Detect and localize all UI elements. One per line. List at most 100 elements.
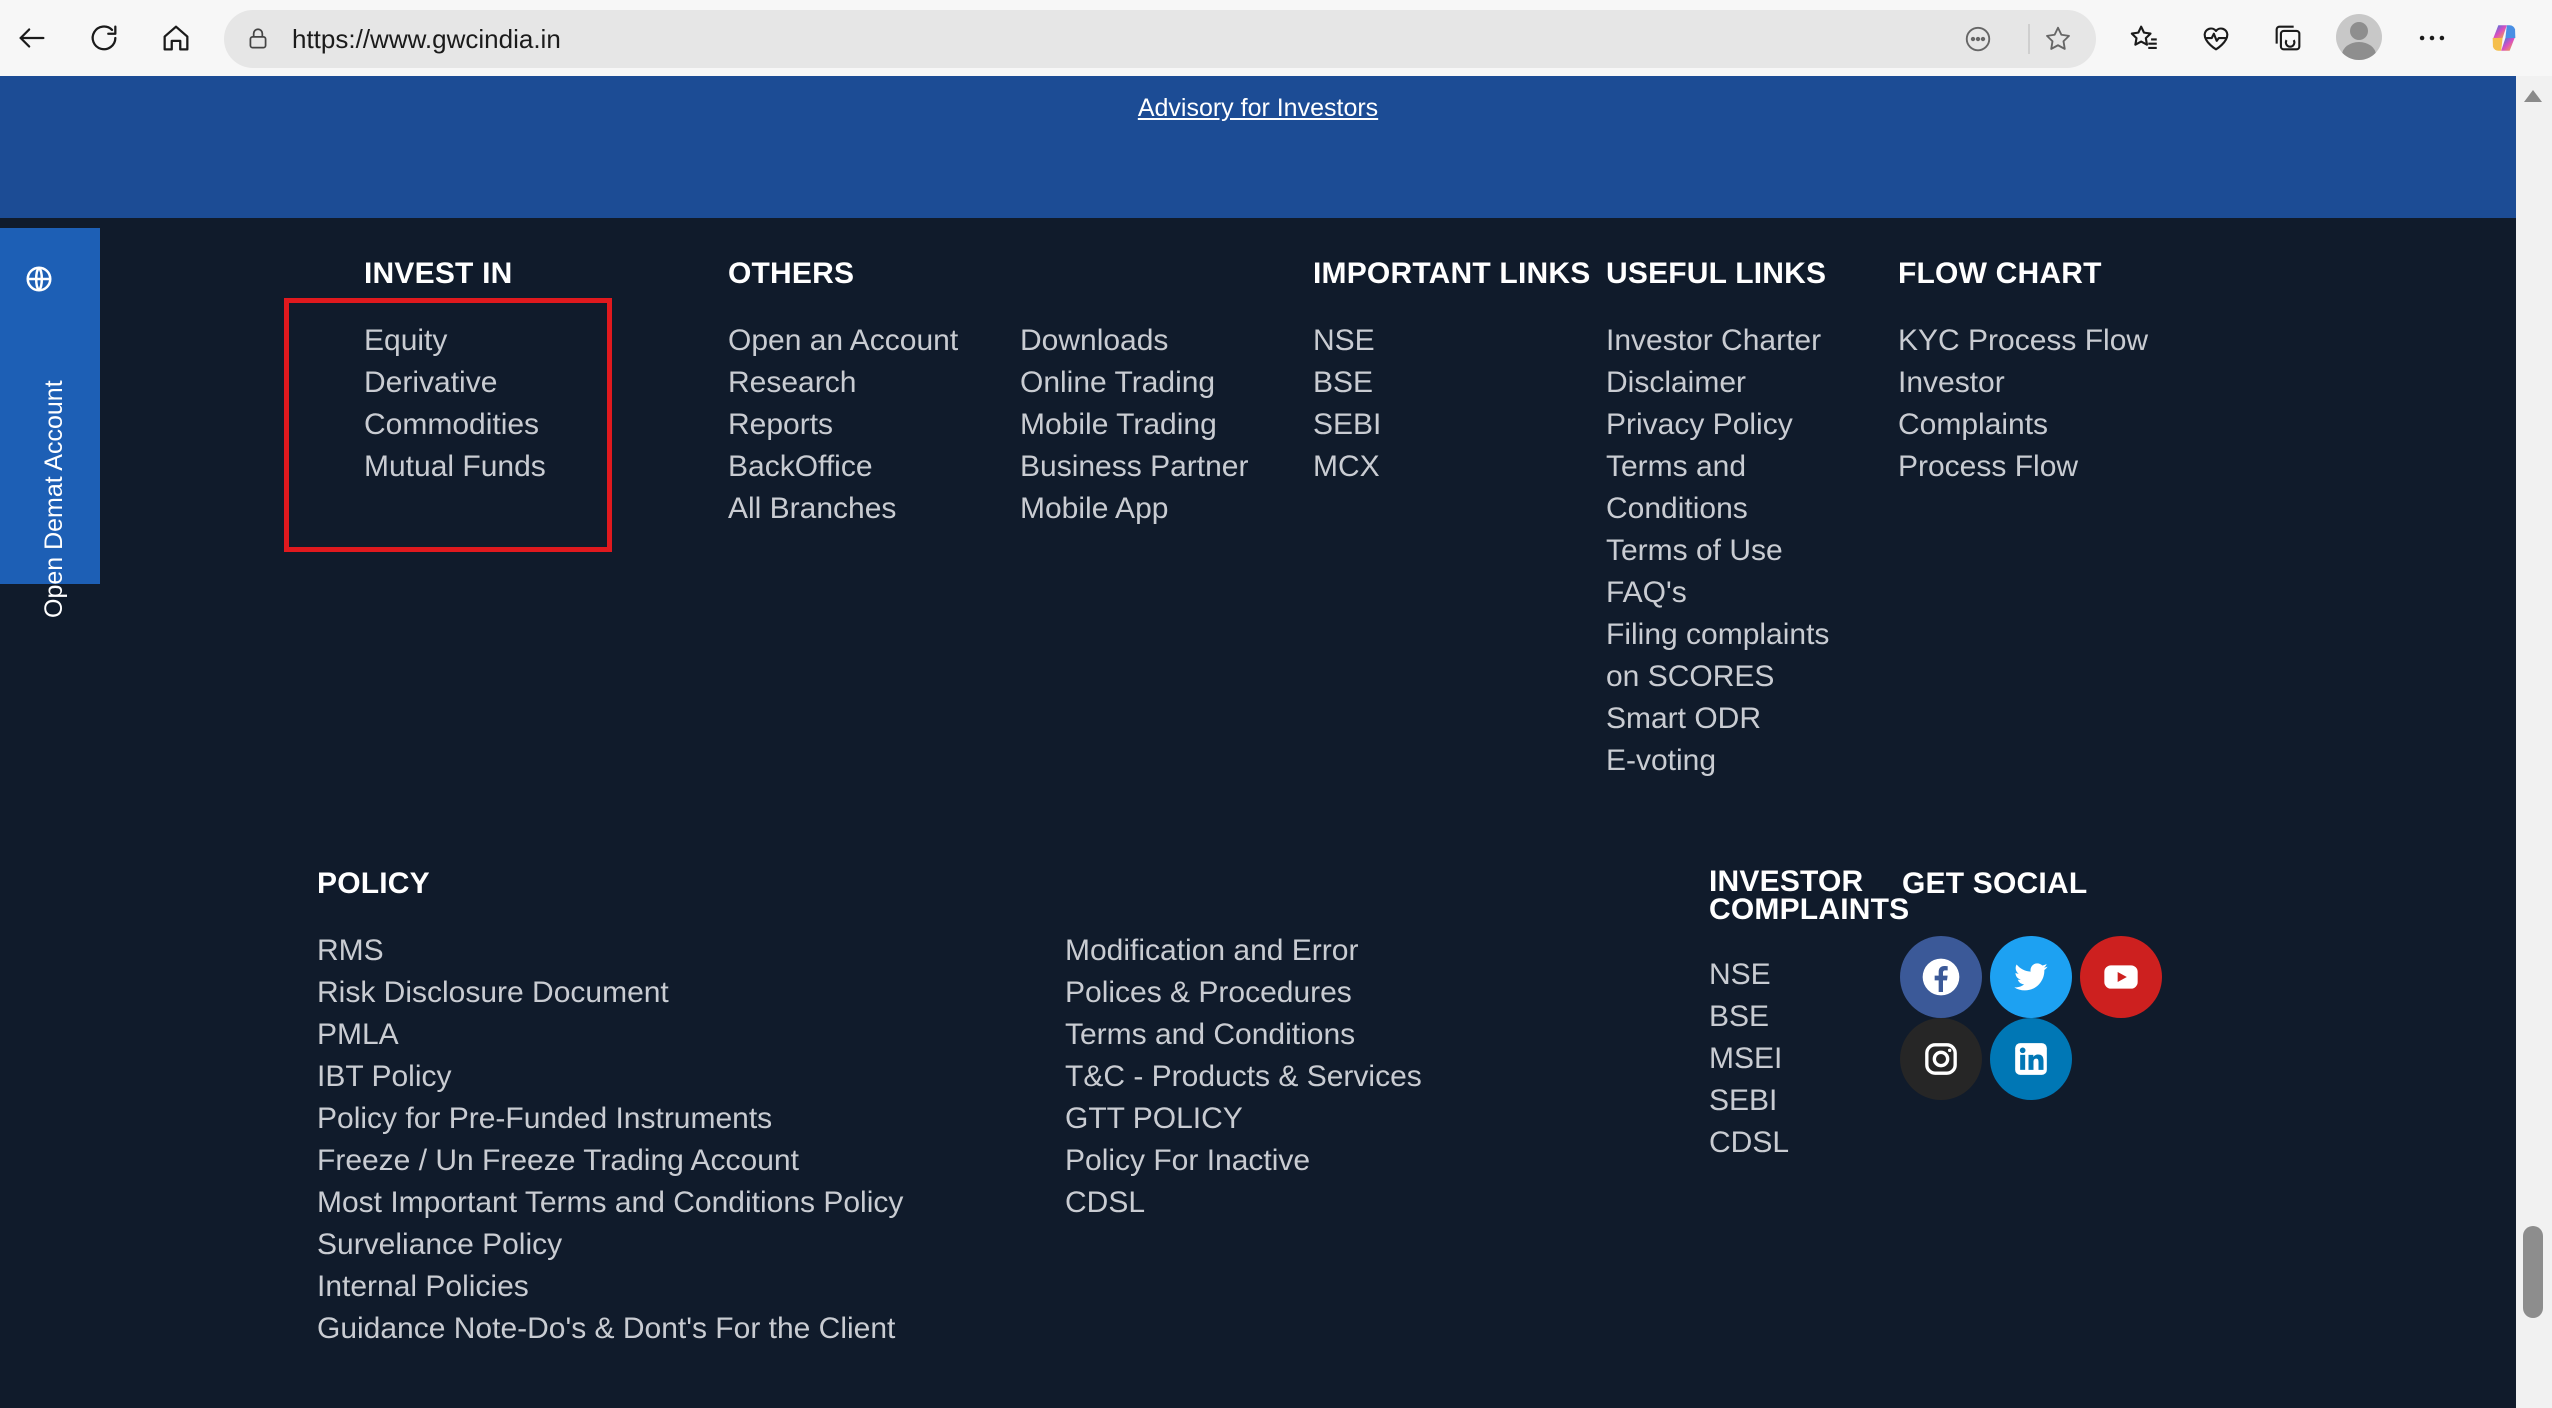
open-demat-account-tab[interactable]: Open Demat Account: [0, 228, 100, 618]
important-link[interactable]: BSE: [1313, 362, 1590, 404]
important-links-column: IMPORTANT LINKS NSE BSE SEBI MCX: [1313, 258, 1590, 488]
home-button[interactable]: [152, 14, 200, 62]
avatar-head-shape: [2350, 22, 2368, 40]
policy-link[interactable]: GTT POLICY: [1065, 1098, 1422, 1140]
twitter-icon: [2014, 963, 2048, 991]
investor-complaints-link[interactable]: BSE: [1709, 996, 1909, 1038]
policy-link[interactable]: Polices & Procedures: [1065, 972, 1422, 1014]
investor-complaints-link[interactable]: SEBI: [1709, 1080, 1909, 1122]
get-social-title: GET SOCIAL: [1902, 867, 2088, 900]
policy-link[interactable]: Modification and Error: [1065, 930, 1422, 972]
useful-link[interactable]: FAQ's: [1606, 572, 1829, 614]
facebook-button[interactable]: [1900, 936, 1982, 1018]
others-link[interactable]: All Branches: [728, 488, 958, 530]
policy-title: POLICY: [317, 867, 430, 900]
others-link[interactable]: Mobile App: [1020, 488, 1248, 530]
copilot-button[interactable]: [2480, 14, 2528, 62]
others-list-b: Downloads Online Trading Mobile Trading …: [1020, 320, 1248, 530]
important-link[interactable]: MCX: [1313, 446, 1590, 488]
investor-complaints-title: INVESTOR COMPLAINTS: [1709, 867, 1909, 925]
browser-toolbar: https://www.gwcindia.in: [0, 0, 2552, 76]
invest-in-highlight-box: [284, 298, 612, 552]
favorites-list-icon: [2130, 25, 2157, 49]
others-link[interactable]: Business Partner: [1020, 446, 1248, 488]
policy-link[interactable]: Freeze / Un Freeze Trading Account: [317, 1140, 903, 1182]
policy-link[interactable]: PMLA: [317, 1014, 903, 1056]
favorite-star-icon[interactable]: [2042, 23, 2074, 55]
useful-links-column: USEFUL LINKS Investor Charter Disclaimer…: [1606, 258, 1829, 782]
investor-complaints-link[interactable]: MSEI: [1709, 1038, 1909, 1080]
flow-chart-link[interactable]: KYC Process Flow: [1898, 320, 2148, 362]
policy-link[interactable]: Surveliance Policy: [317, 1224, 903, 1266]
investor-complaints-link[interactable]: NSE: [1709, 954, 1909, 996]
others-link[interactable]: Online Trading: [1020, 362, 1248, 404]
others-link[interactable]: Downloads: [1020, 320, 1248, 362]
open-demat-account-label: Open Demat Account: [40, 380, 68, 618]
useful-link[interactable]: Disclaimer: [1606, 362, 1829, 404]
invest-in-title: INVEST IN: [364, 257, 513, 290]
linkedin-button[interactable]: [1990, 1018, 2072, 1100]
useful-link[interactable]: Privacy Policy: [1606, 404, 1829, 446]
useful-link[interactable]: Conditions: [1606, 488, 1829, 530]
home-icon: [163, 25, 189, 51]
settings-more-button[interactable]: [2408, 14, 2456, 62]
scrollbar-thumb[interactable]: [2523, 1226, 2543, 1318]
useful-link[interactable]: Investor Charter: [1606, 320, 1829, 362]
useful-link[interactable]: Terms of Use: [1606, 530, 1829, 572]
copilot-icon: [2492, 25, 2516, 51]
refresh-button[interactable]: [80, 14, 128, 62]
page-viewport: Advisory for Investors INVEST IN Equity …: [0, 76, 2516, 1408]
youtube-button[interactable]: [2080, 936, 2162, 1018]
useful-link[interactable]: Filing complaints: [1606, 614, 1829, 656]
policy-link[interactable]: RMS: [317, 930, 903, 972]
scroll-up-arrow-icon[interactable]: [2524, 90, 2542, 102]
policy-link[interactable]: IBT Policy: [317, 1056, 903, 1098]
important-link[interactable]: NSE: [1313, 320, 1590, 362]
back-button[interactable]: [8, 14, 56, 62]
instagram-icon: [1925, 1043, 1957, 1075]
twitter-button[interactable]: [1990, 936, 2072, 1018]
flow-chart-link[interactable]: Process Flow: [1898, 446, 2148, 488]
flow-chart-link[interactable]: Investor: [1898, 362, 2148, 404]
advisory-for-investors-link[interactable]: Advisory for Investors: [0, 94, 2516, 123]
lock-icon[interactable]: [242, 23, 274, 55]
flow-chart-list: KYC Process Flow Investor Complaints Pro…: [1898, 320, 2148, 488]
policy-link[interactable]: CDSL: [1065, 1182, 1422, 1224]
policy-link[interactable]: T&C - Products & Services: [1065, 1056, 1422, 1098]
others-link[interactable]: Open an Account: [728, 320, 958, 362]
instagram-button[interactable]: [1900, 1018, 1982, 1100]
useful-link[interactable]: Terms and: [1606, 446, 1829, 488]
favorites-button[interactable]: [2120, 14, 2168, 62]
youtube-icon: [2104, 965, 2138, 989]
refresh-icon: [91, 25, 117, 51]
investor-complaints-link[interactable]: CDSL: [1709, 1122, 1909, 1164]
policy-link[interactable]: Most Important Terms and Conditions Poli…: [317, 1182, 903, 1224]
useful-link[interactable]: Smart ODR: [1606, 698, 1829, 740]
page-scrollbar[interactable]: [2516, 76, 2552, 1408]
useful-link[interactable]: E-voting: [1606, 740, 1829, 782]
policy-link[interactable]: Guidance Note-Do's & Dont's For the Clie…: [317, 1308, 903, 1350]
others-list-a: Open an Account Research Reports BackOff…: [728, 320, 958, 530]
url-text[interactable]: https://www.gwcindia.in: [292, 23, 561, 55]
others-link[interactable]: Reports: [728, 404, 958, 446]
address-bar[interactable]: https://www.gwcindia.in: [224, 10, 2096, 68]
profile-avatar[interactable]: [2336, 14, 2382, 60]
avatar-body-shape: [2342, 42, 2376, 60]
investor-complaints-list: NSE BSE MSEI SEBI CDSL: [1709, 954, 1909, 1164]
flow-chart-link[interactable]: Complaints: [1898, 404, 2148, 446]
policy-link[interactable]: Terms and Conditions: [1065, 1014, 1422, 1056]
health-button[interactable]: [2192, 14, 2240, 62]
more-options-circle-icon[interactable]: [1962, 23, 1994, 55]
important-link[interactable]: SEBI: [1313, 404, 1590, 446]
important-links-list: NSE BSE SEBI MCX: [1313, 320, 1590, 488]
policy-link[interactable]: Internal Policies: [317, 1266, 903, 1308]
policy-link[interactable]: Risk Disclosure Document: [317, 972, 903, 1014]
policy-link[interactable]: Policy For Inactive: [1065, 1140, 1422, 1182]
policy-link[interactable]: Policy for Pre-Funded Instruments: [317, 1098, 903, 1140]
others-link[interactable]: Mobile Trading: [1020, 404, 1248, 446]
others-link[interactable]: Research: [728, 362, 958, 404]
collections-button[interactable]: [2264, 14, 2312, 62]
useful-link[interactable]: on SCORES: [1606, 656, 1829, 698]
others-link[interactable]: BackOffice: [728, 446, 958, 488]
policy-column-b: Modification and Error Polices & Procedu…: [1065, 930, 1422, 1224]
